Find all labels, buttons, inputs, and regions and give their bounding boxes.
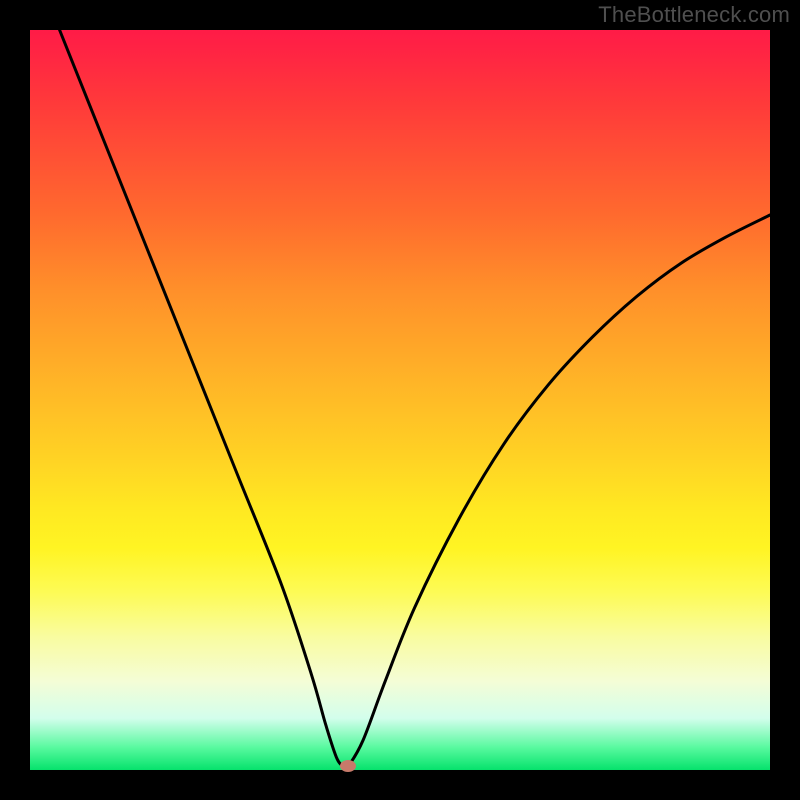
plot-area [30,30,770,770]
bottleneck-curve [30,30,770,770]
minimum-marker [340,760,356,772]
chart-frame: TheBottleneck.com [0,0,800,800]
watermark-text: TheBottleneck.com [598,2,790,28]
